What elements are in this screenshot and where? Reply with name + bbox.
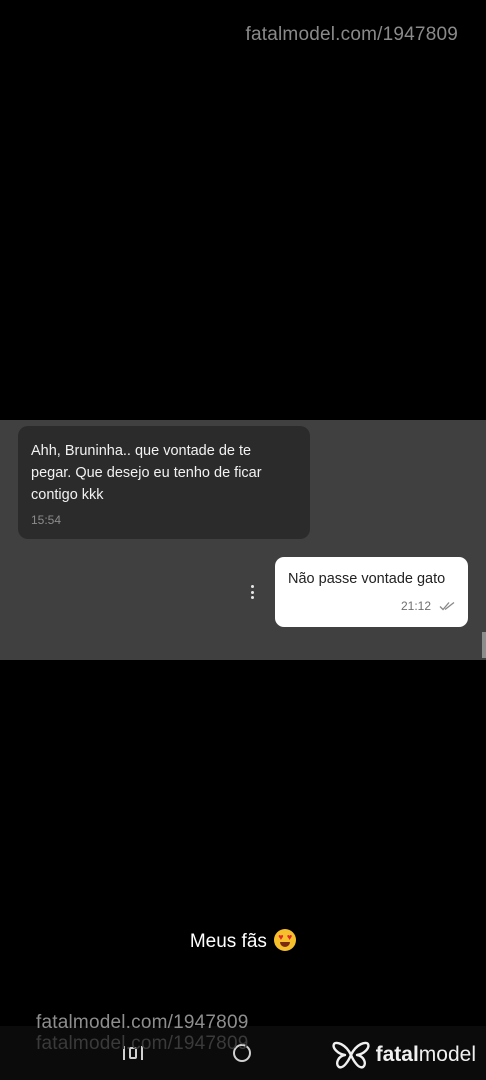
watermark-bottom: fatalmodel.com/1947809: [36, 1012, 249, 1033]
watermark-bottom-shadow: fatalmodel.com/1947809: [36, 1033, 249, 1054]
outgoing-message-meta: 21:12: [401, 599, 455, 613]
brand-name: fatalmodel: [375, 1043, 476, 1066]
incoming-message-bubble[interactable]: Ahh, Bruninha.. que vontade de te pegar.…: [18, 426, 310, 539]
butterfly-logo-icon: [332, 1041, 370, 1069]
outgoing-message-time: 21:12: [400, 599, 431, 613]
incoming-message-text: Ahh, Bruninha.. que vontade de te pegar.…: [31, 443, 262, 503]
scrollbar[interactable]: [482, 632, 486, 658]
incoming-message-time: 15:54: [31, 513, 62, 527]
story-caption: Meus fãs: [0, 929, 486, 953]
brand-logo: fatalmodel: [332, 1040, 476, 1070]
chat-screenshot-panel: Ahh, Bruninha.. que vontade de te pegar.…: [0, 420, 486, 660]
double-check-icon: [439, 601, 455, 611]
more-vertical-icon[interactable]: [246, 583, 258, 601]
heart-eyes-emoji-icon: [274, 929, 297, 951]
watermark-top: fatalmodel.com/1947809: [245, 24, 458, 45]
outgoing-message-bubble[interactable]: Não passe vontade gato 21:12: [275, 557, 468, 627]
outgoing-message-text: Não passe vontade gato: [288, 571, 446, 587]
caption-text: Meus fãs: [189, 931, 267, 952]
